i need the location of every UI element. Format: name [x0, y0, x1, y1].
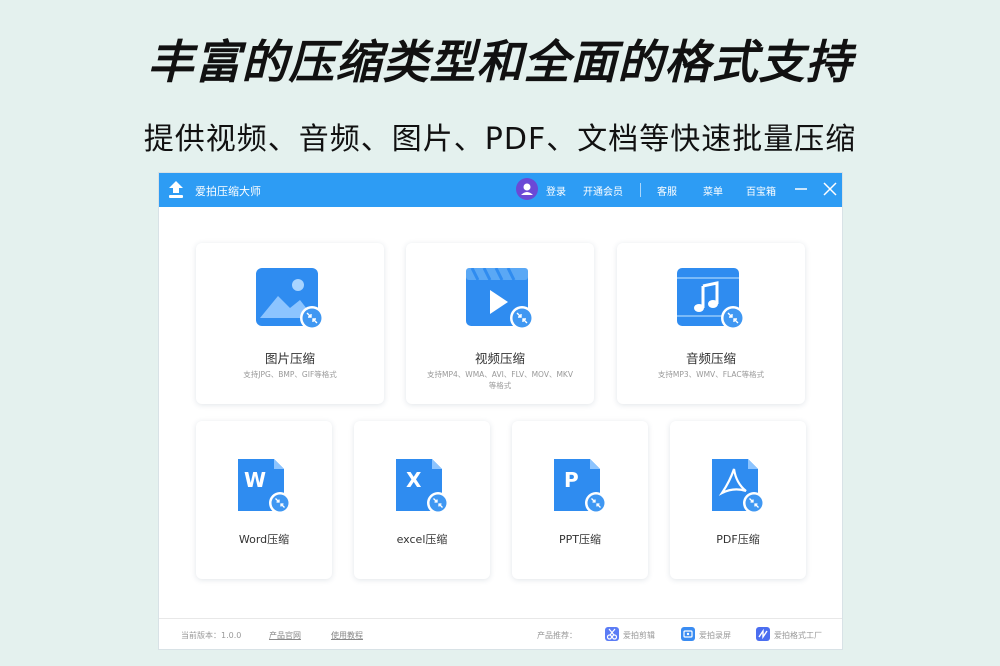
app-window: 爱拍压缩大师 登录 开通会员 客服 菜单 百宝箱 图片压缩 支持JPG、BMP、… — [159, 173, 842, 649]
footer-divider — [159, 618, 842, 619]
toolbox-button[interactable]: 百宝箱 — [746, 183, 776, 198]
banner-headline: 丰富的压缩类型和全面的格式支持 — [147, 35, 853, 89]
excel-icon: X — [396, 459, 448, 514]
card-label: 视频压缩 — [474, 351, 525, 366]
image-compress-card[interactable]: 图片压缩 支持JPG、BMP、GIF等格式 — [196, 243, 384, 404]
word-compress-card[interactable]: W Word压缩 — [196, 421, 332, 579]
vip-button[interactable]: 开通会员 — [583, 183, 623, 198]
audio-compress-card[interactable]: 音频压缩 支持MP3、WMV、FLAC等格式 — [617, 243, 805, 404]
screen-record-icon — [681, 627, 695, 641]
version-text: 当前版本：1.0.0 — [181, 631, 242, 640]
card-label: 图片压缩 — [264, 351, 315, 366]
website-link[interactable]: 产品官网 — [269, 630, 301, 641]
scissors-icon — [605, 627, 619, 641]
format-factory-icon — [756, 627, 770, 641]
card-desc: 支持JPG、BMP、GIF等格式 — [243, 370, 337, 379]
app-title: 爱拍压缩大师 — [195, 185, 261, 198]
card-label: Word压缩 — [238, 533, 290, 546]
service-button[interactable]: 客服 — [657, 183, 677, 198]
banner-subline: 提供视频、音频、图片、PDF、文档等快速批量压缩 — [143, 122, 857, 157]
svg-text:W: W — [244, 468, 266, 492]
card-desc: 支持MP3、WMV、FLAC等格式 — [657, 370, 765, 379]
login-link[interactable]: 登录 — [546, 183, 566, 198]
user-icon — [521, 183, 533, 195]
separator — [640, 183, 641, 197]
card-label: 音频压缩 — [685, 351, 736, 366]
close-icon[interactable] — [822, 181, 838, 197]
card-label: PDF压缩 — [716, 533, 760, 546]
product-link[interactable]: 爱拍格式工厂 — [774, 630, 822, 641]
menu-button[interactable]: 菜单 — [703, 183, 723, 198]
svg-text:P: P — [564, 468, 579, 492]
video-compress-card[interactable]: 视频压缩 支持MP4、WMA、AVI、FLV、MOV、MKV等格式 — [406, 243, 594, 404]
pdf-icon — [712, 459, 764, 514]
music-icon — [677, 268, 745, 330]
image-icon — [256, 268, 324, 330]
minimize-icon[interactable] — [793, 181, 809, 197]
tutorial-link[interactable]: 使用教程 — [331, 630, 363, 641]
pdf-compress-card[interactable]: PDF压缩 — [670, 421, 806, 579]
card-desc: 支持MP4、WMA、AVI、FLV、MOV、MKV等格式 — [427, 370, 573, 390]
excel-compress-card[interactable]: X excel压缩 — [354, 421, 490, 579]
card-label: excel压缩 — [396, 533, 448, 546]
product-link[interactable]: 爱拍录屏 — [699, 630, 731, 641]
recommend-label: 产品推荐： — [537, 631, 577, 640]
video-icon — [466, 268, 534, 330]
svg-text:X: X — [406, 468, 422, 492]
card-label: PPT压缩 — [559, 533, 601, 546]
title-bar: 爱拍压缩大师 登录 开通会员 客服 菜单 百宝箱 — [159, 173, 842, 207]
word-icon: W — [238, 459, 290, 514]
app-logo-icon — [169, 181, 183, 198]
ppt-compress-card[interactable]: P PPT压缩 — [512, 421, 648, 579]
avatar[interactable] — [516, 178, 538, 200]
ppt-icon: P — [554, 459, 606, 514]
product-link[interactable]: 爱拍剪辑 — [623, 630, 655, 641]
